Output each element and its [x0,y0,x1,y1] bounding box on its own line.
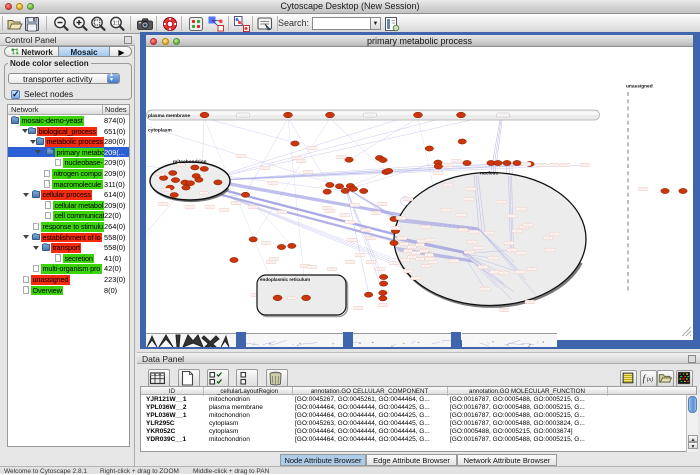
svg-text:1:1: 1:1 [113,21,121,27]
svg-text:unassigned: unassigned [626,84,653,90]
svg-text:endoplasmic reticulum: endoplasmic reticulum [260,277,310,282]
svg-text:cytoplasm: cytoplasm [148,128,172,134]
svg-text:plasma membrane: plasma membrane [148,113,190,119]
svg-text:(x): (x) [647,376,653,383]
svg-text:nucleus: nucleus [480,171,498,177]
